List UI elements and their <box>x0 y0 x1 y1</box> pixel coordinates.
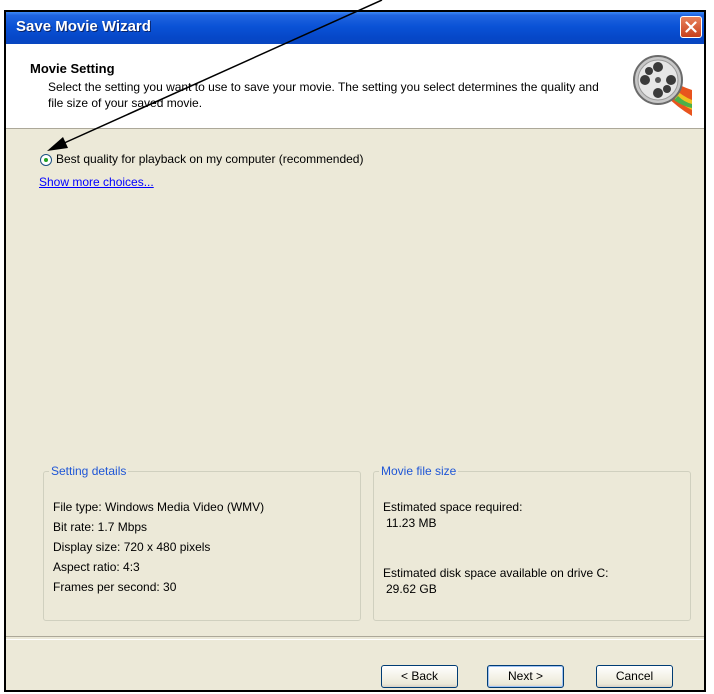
frames-per-second-text: Frames per second: 30 <box>53 580 177 594</box>
page-title: Movie Setting <box>30 61 115 76</box>
cancel-button[interactable]: Cancel <box>596 665 673 688</box>
bit-rate-text: Bit rate: 1.7 Mbps <box>53 520 148 534</box>
estimated-space-value: 11.23 MB <box>386 516 437 530</box>
show-more-choices-link[interactable]: Show more choices... <box>39 175 154 189</box>
disk-space-label: Estimated disk space available on drive … <box>383 566 609 580</box>
aspect-ratio-text: Aspect ratio: 4:3 <box>53 560 140 574</box>
window-title: Save Movie Wizard <box>16 18 151 35</box>
next-button[interactable]: Next > <box>487 665 564 688</box>
file-type-text: File type: Windows Media Video (WMV) <box>53 500 265 514</box>
display-size-text: Display size: 720 x 480 pixels <box>53 540 211 554</box>
setting-details-legend: Setting details <box>51 464 127 478</box>
page-description: Select the setting you want to use to sa… <box>48 80 599 110</box>
footer-divider <box>6 636 704 640</box>
title-bar[interactable]: Save Movie Wizard <box>6 12 704 44</box>
disk-space-value: 29.62 GB <box>386 582 437 596</box>
best-quality-label[interactable]: Best quality for playback on my computer… <box>56 152 363 166</box>
back-button[interactable]: < Back <box>381 665 458 688</box>
close-button[interactable] <box>680 16 702 38</box>
header-panel: Movie Setting Select the setting you wan… <box>6 44 704 129</box>
best-quality-radio[interactable] <box>40 154 52 166</box>
close-icon <box>685 21 697 33</box>
save-movie-wizard-window: Save Movie Wizard Movie Setting Select t… <box>4 10 706 692</box>
movie-file-size-legend: Movie file size <box>381 464 457 478</box>
movie-file-size-group: Movie file size Estimated space required… <box>373 464 691 621</box>
setting-details-group: Setting details File type: Windows Media… <box>43 464 361 621</box>
film-reel-icon <box>633 55 692 116</box>
estimated-space-label: Estimated space required: <box>383 500 523 514</box>
